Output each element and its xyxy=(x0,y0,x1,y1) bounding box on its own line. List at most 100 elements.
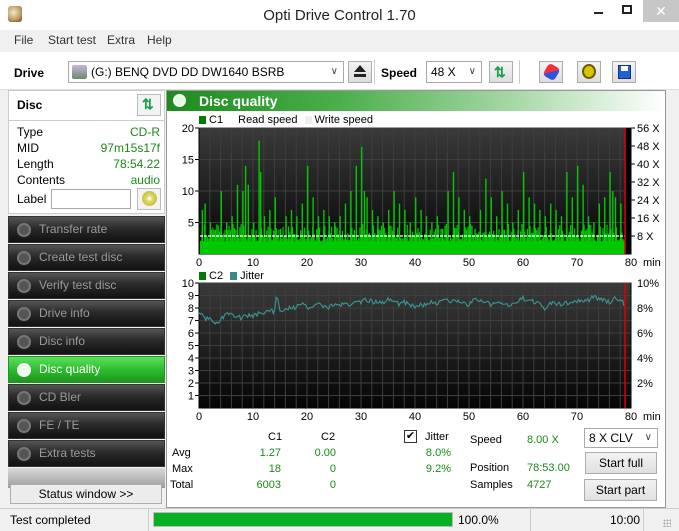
y2-tick-label: 8% xyxy=(637,303,653,315)
start-full-button[interactable]: Start full xyxy=(585,452,657,474)
menu-help[interactable]: Help xyxy=(147,33,172,47)
disc-refresh-button[interactable]: ⇅ xyxy=(137,94,161,116)
stats-total-label: Total xyxy=(170,479,194,491)
c1-bar xyxy=(380,225,383,254)
x-tick-label: 50 xyxy=(463,257,475,268)
c1-bar xyxy=(379,230,381,254)
disc-label-button[interactable] xyxy=(137,188,161,210)
c1-bar xyxy=(526,228,528,254)
disc-contents-label: Contents xyxy=(17,173,66,187)
c1-bar xyxy=(361,146,363,254)
c1-bar xyxy=(344,203,347,254)
c1-bar xyxy=(209,222,212,254)
status-window-button[interactable]: Status window >> xyxy=(10,484,162,504)
c1-bar xyxy=(382,222,384,254)
drive-select[interactable]: (G:) BENQ DVD DD DW1640 BSRB ∨ xyxy=(68,61,344,83)
c1-bar xyxy=(505,236,507,254)
c1-bar xyxy=(415,197,417,254)
y-tick-label: 10 xyxy=(182,186,194,198)
c1-bar xyxy=(499,235,501,254)
x-tick-label: 50 xyxy=(463,411,475,423)
minimize-button[interactable] xyxy=(584,0,614,22)
menu-extra[interactable]: Extra xyxy=(107,33,135,47)
start-part-button[interactable]: Start part xyxy=(584,479,657,501)
nav-disc-info[interactable]: Disc info xyxy=(8,328,165,355)
chevron-down-icon: ∨ xyxy=(644,432,652,443)
c1-bar xyxy=(579,240,581,254)
speed-label: Speed xyxy=(470,434,502,446)
nav-create-test-disc[interactable]: Create test disc xyxy=(8,244,165,271)
c1-bar xyxy=(496,216,498,254)
c1-bar xyxy=(242,191,244,254)
stats-avg-c1: 1.27 xyxy=(259,447,281,459)
disc-mid-value: 97m15s17f xyxy=(100,141,160,155)
c1-bar xyxy=(478,231,480,254)
c1-bar xyxy=(353,229,356,254)
maximize-button[interactable] xyxy=(612,0,642,22)
y2-tick-label: 2% xyxy=(637,378,653,390)
c1-bar xyxy=(440,229,442,254)
erase-button[interactable] xyxy=(539,61,563,83)
c1-bar xyxy=(528,197,530,254)
close-button[interactable]: ✕ xyxy=(643,0,679,22)
x-tick-label: 20 xyxy=(301,257,313,268)
stats-total-c2: 0 xyxy=(329,479,336,491)
c1-bar xyxy=(593,222,595,254)
c1-bar xyxy=(200,240,202,254)
speed-select[interactable]: 48 X ∨ xyxy=(426,61,482,83)
x-tick-label: 80 xyxy=(625,411,637,423)
c1-bar xyxy=(521,223,523,254)
stats-col-c1: C1 xyxy=(268,431,283,443)
eject-button[interactable] xyxy=(348,61,372,83)
c1-bar xyxy=(455,228,457,254)
c1-bar xyxy=(250,236,252,254)
c1-bar xyxy=(537,227,539,254)
c1-bar xyxy=(612,191,614,254)
c1-bar xyxy=(317,216,320,254)
x-tick-label: 60 xyxy=(517,411,529,423)
c1-bar xyxy=(251,229,253,254)
y-tick-label: 15 xyxy=(182,155,194,167)
c1-bar xyxy=(617,240,619,254)
y-tick-label: 4 xyxy=(188,353,194,365)
save-button[interactable] xyxy=(612,61,636,83)
nav-disc-quality[interactable]: Disc quality xyxy=(8,356,165,383)
c1-bar xyxy=(587,216,590,254)
settings-button[interactable] xyxy=(577,61,601,83)
disc-quality-panel: Disc quality C1 Read speed Write speed 0… xyxy=(166,90,666,508)
c1-bar xyxy=(269,209,271,254)
menu-start-test[interactable]: Start test xyxy=(48,33,96,47)
y-tick-label: 6 xyxy=(188,328,194,340)
nav-cd-bler[interactable]: CD Bler xyxy=(8,384,165,411)
resize-grip-icon[interactable] xyxy=(663,519,671,527)
nav-fe-te[interactable]: FE / TE xyxy=(8,412,165,439)
stats-avg-jitter: 8.0% xyxy=(425,447,451,459)
disc-label-input[interactable] xyxy=(51,189,131,209)
nav-verify-test-disc[interactable]: Verify test disc xyxy=(8,272,165,299)
transfer-rate-icon xyxy=(17,223,31,237)
c1-bar xyxy=(458,197,460,254)
c1-bar xyxy=(582,184,584,254)
divider xyxy=(9,120,164,121)
c1-bar xyxy=(559,225,561,254)
nav-transfer-rate[interactable]: Transfer rate xyxy=(8,216,165,243)
c1-bar xyxy=(260,172,262,254)
nav-drive-info[interactable]: Drive info xyxy=(8,300,165,327)
c1-bar xyxy=(320,241,322,254)
c1-bar xyxy=(425,216,428,254)
jitter-checkbox[interactable]: ✔ xyxy=(404,430,417,443)
c1-bar xyxy=(240,224,242,254)
test-nav: Transfer rate Create test disc Verify te… xyxy=(8,216,165,488)
nav-label: Drive info xyxy=(39,306,90,320)
stats-col-c2: C2 xyxy=(321,431,336,443)
nav-extra-tests[interactable]: Extra tests xyxy=(8,440,165,467)
c1-bar xyxy=(377,216,379,254)
c1-bar xyxy=(352,234,354,254)
c1-bar xyxy=(494,234,496,254)
y2-tick-label: 10% xyxy=(637,278,659,290)
menu-file[interactable]: File xyxy=(14,33,33,47)
test-speed-select[interactable]: 8 X CLV ∨ xyxy=(584,428,658,448)
refresh-speed-button[interactable]: ⇅ xyxy=(489,61,513,83)
c1-bar xyxy=(208,238,210,254)
divider xyxy=(148,509,149,531)
